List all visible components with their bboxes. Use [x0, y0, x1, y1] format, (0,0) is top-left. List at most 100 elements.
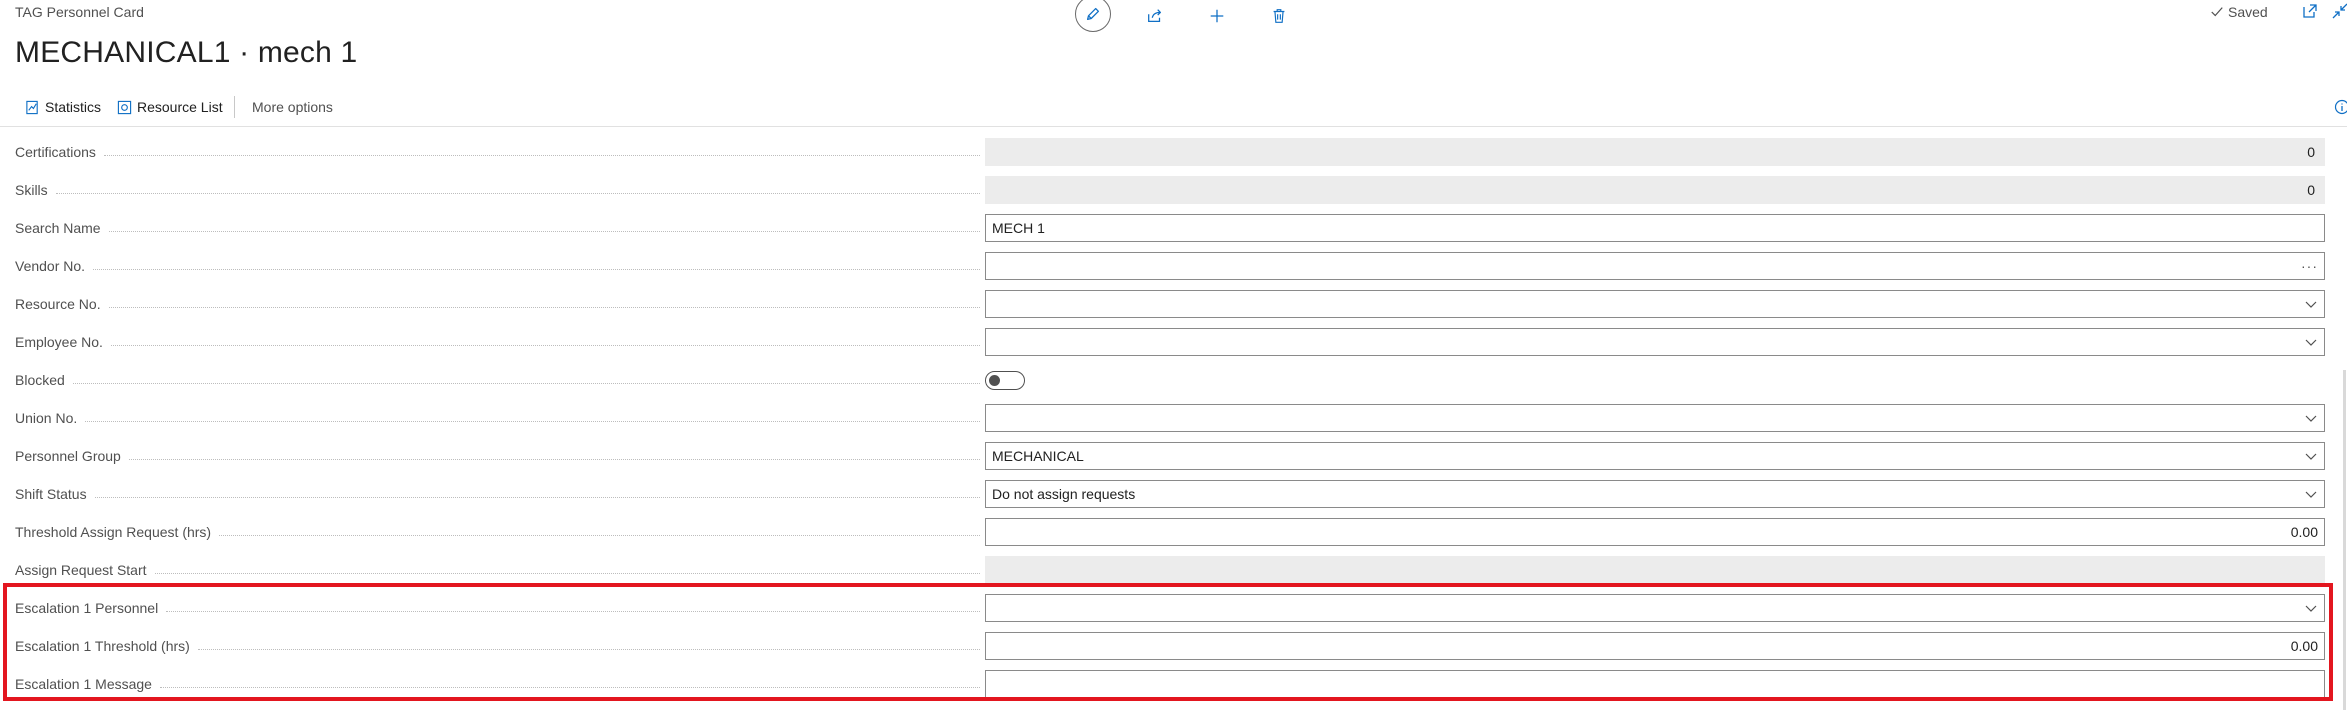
- assign-request-start-label: Assign Request Start: [15, 562, 155, 578]
- saved-status: Saved: [2210, 4, 2268, 20]
- leader-dots: [166, 610, 980, 612]
- top-bar: TAG Personnel Card Saved: [0, 0, 2347, 32]
- leader-dots: [110, 344, 980, 346]
- more-options-label: More options: [252, 99, 333, 115]
- statistics-action[interactable]: Statistics: [25, 99, 101, 115]
- escalation-1-message-input[interactable]: [985, 670, 2325, 698]
- share-button[interactable]: [1137, 0, 1173, 34]
- chevron-down-icon: [2305, 415, 2317, 422]
- leader-dots: [94, 496, 980, 498]
- add-button[interactable]: [1199, 0, 1235, 34]
- union-no-label-wrap: Union No.: [15, 399, 980, 437]
- toggle-knob: [989, 375, 1000, 386]
- field-row-employee-no: Employee No.: [0, 323, 2347, 361]
- personnel-group-dropdown[interactable]: MECHANICAL: [985, 442, 2325, 470]
- skills-label-wrap: Skills: [15, 171, 980, 209]
- field-row-search-name: Search Name MECH 1: [0, 209, 2347, 247]
- breadcrumb: TAG Personnel Card: [15, 4, 144, 20]
- chevron-down-icon: [2305, 605, 2317, 612]
- field-row-shift-status: Shift Status Do not assign requests: [0, 475, 2347, 513]
- personnel-group-label-wrap: Personnel Group: [15, 437, 980, 475]
- leader-dots: [219, 534, 980, 536]
- action-separator: [234, 96, 235, 118]
- statistics-icon: [26, 100, 38, 114]
- vendor-no-label: Vendor No.: [15, 258, 94, 274]
- leader-dots: [85, 420, 980, 422]
- blocked-label-wrap: Blocked: [15, 361, 980, 399]
- skills-value: 0: [985, 176, 2325, 204]
- field-row-escalation-1-threshold-hrs: Escalation 1 Threshold (hrs) 0.00: [0, 627, 2347, 665]
- union-no-label: Union No.: [15, 410, 86, 426]
- leader-dots: [103, 154, 980, 156]
- delete-icon: [1273, 9, 1285, 23]
- edit-button[interactable]: [1075, 0, 1111, 32]
- blocked-label: Blocked: [15, 372, 73, 388]
- escalation-1-message-label: Escalation 1 Message: [15, 676, 160, 692]
- more-options-action[interactable]: More options: [252, 99, 333, 115]
- search-name-label-wrap: Search Name: [15, 209, 980, 247]
- threshold-assign-request-hrs-label: Threshold Assign Request (hrs): [15, 524, 220, 540]
- statistics-label: Statistics: [45, 99, 102, 115]
- vendor-no-input[interactable]: ···: [985, 252, 2325, 280]
- employee-no-dropdown[interactable]: [985, 328, 2325, 356]
- resource-list-icon: [117, 100, 132, 114]
- field-row-skills: Skills 0: [0, 171, 2347, 209]
- chevron-down-icon: [2305, 301, 2317, 308]
- skills-label: Skills: [15, 182, 56, 198]
- leader-dots: [55, 192, 980, 194]
- field-row-blocked: Blocked: [0, 361, 2347, 399]
- leader-dots: [108, 230, 980, 232]
- chevron-down-icon: [2305, 339, 2317, 346]
- page-title: MECHANICAL1 · mech 1: [15, 36, 358, 69]
- chevron-down-icon: [2305, 453, 2317, 460]
- window-controls: [2302, 3, 2347, 19]
- field-row-certifications: Certifications 0: [0, 133, 2347, 171]
- resource-no-label: Resource No.: [15, 296, 109, 312]
- resource-list-label: Resource List: [137, 99, 223, 115]
- field-row-personnel-group: Personnel Group MECHANICAL: [0, 437, 2347, 475]
- escalation-1-threshold-hrs-input[interactable]: 0.00: [985, 632, 2325, 660]
- leader-dots: [72, 382, 980, 384]
- certifications-label-wrap: Certifications: [15, 133, 980, 171]
- search-name-input[interactable]: MECH 1: [985, 214, 2325, 242]
- certifications-value: 0: [985, 138, 2325, 166]
- leader-dots: [159, 686, 980, 688]
- field-row-threshold-assign-request-hrs: Threshold Assign Request (hrs) 0.00: [0, 513, 2347, 551]
- scrollbar[interactable]: [2343, 370, 2346, 710]
- escalation-1-threshold-hrs-label-wrap: Escalation 1 Threshold (hrs): [15, 627, 980, 665]
- field-row-escalation-1-personnel: Escalation 1 Personnel: [0, 589, 2347, 627]
- escalation-1-personnel-label-wrap: Escalation 1 Personnel: [15, 589, 980, 627]
- share-icon: [1148, 9, 1162, 23]
- escalation-1-personnel-dropdown[interactable]: [985, 594, 2325, 622]
- field-row-escalation-1-message: Escalation 1 Message: [0, 665, 2347, 703]
- escalation-1-personnel-label: Escalation 1 Personnel: [15, 600, 167, 616]
- vendor-no-label-wrap: Vendor No.: [15, 247, 980, 285]
- field-row-vendor-no: Vendor No. ···: [0, 247, 2347, 285]
- personnel-group-label: Personnel Group: [15, 448, 129, 464]
- action-bar: Statistics Resource List More options: [0, 90, 2347, 127]
- resource-list-action[interactable]: Resource List: [117, 99, 223, 115]
- blocked-toggle[interactable]: [985, 371, 1025, 390]
- shift-status-label-wrap: Shift Status: [15, 475, 980, 513]
- escalation-1-message-label-wrap: Escalation 1 Message: [15, 665, 980, 703]
- union-no-dropdown[interactable]: [985, 404, 2325, 432]
- employee-no-label-wrap: Employee No.: [15, 323, 980, 361]
- threshold-assign-request-hrs-input[interactable]: 0.00: [985, 518, 2325, 546]
- info-icon[interactable]: [2334, 99, 2347, 115]
- assign-request-start-value: [985, 556, 2325, 584]
- lookup-ellipsis-icon[interactable]: ···: [2301, 258, 2318, 274]
- employee-no-label: Employee No.: [15, 334, 111, 350]
- resource-no-dropdown[interactable]: [985, 290, 2325, 318]
- field-row-assign-request-start: Assign Request Start: [0, 551, 2347, 589]
- delete-button[interactable]: [1261, 0, 1297, 34]
- shift-status-dropdown[interactable]: Do not assign requests: [985, 480, 2325, 508]
- leader-dots: [154, 572, 980, 574]
- leader-dots: [93, 268, 980, 270]
- open-new-window-icon[interactable]: [2302, 3, 2318, 19]
- threshold-assign-request-hrs-label-wrap: Threshold Assign Request (hrs): [15, 513, 980, 551]
- collapse-icon[interactable]: [2332, 3, 2347, 19]
- escalation-1-threshold-hrs-label: Escalation 1 Threshold (hrs): [15, 638, 198, 654]
- chevron-down-icon: [2305, 491, 2317, 498]
- leader-dots: [108, 306, 980, 308]
- certifications-label: Certifications: [15, 144, 104, 160]
